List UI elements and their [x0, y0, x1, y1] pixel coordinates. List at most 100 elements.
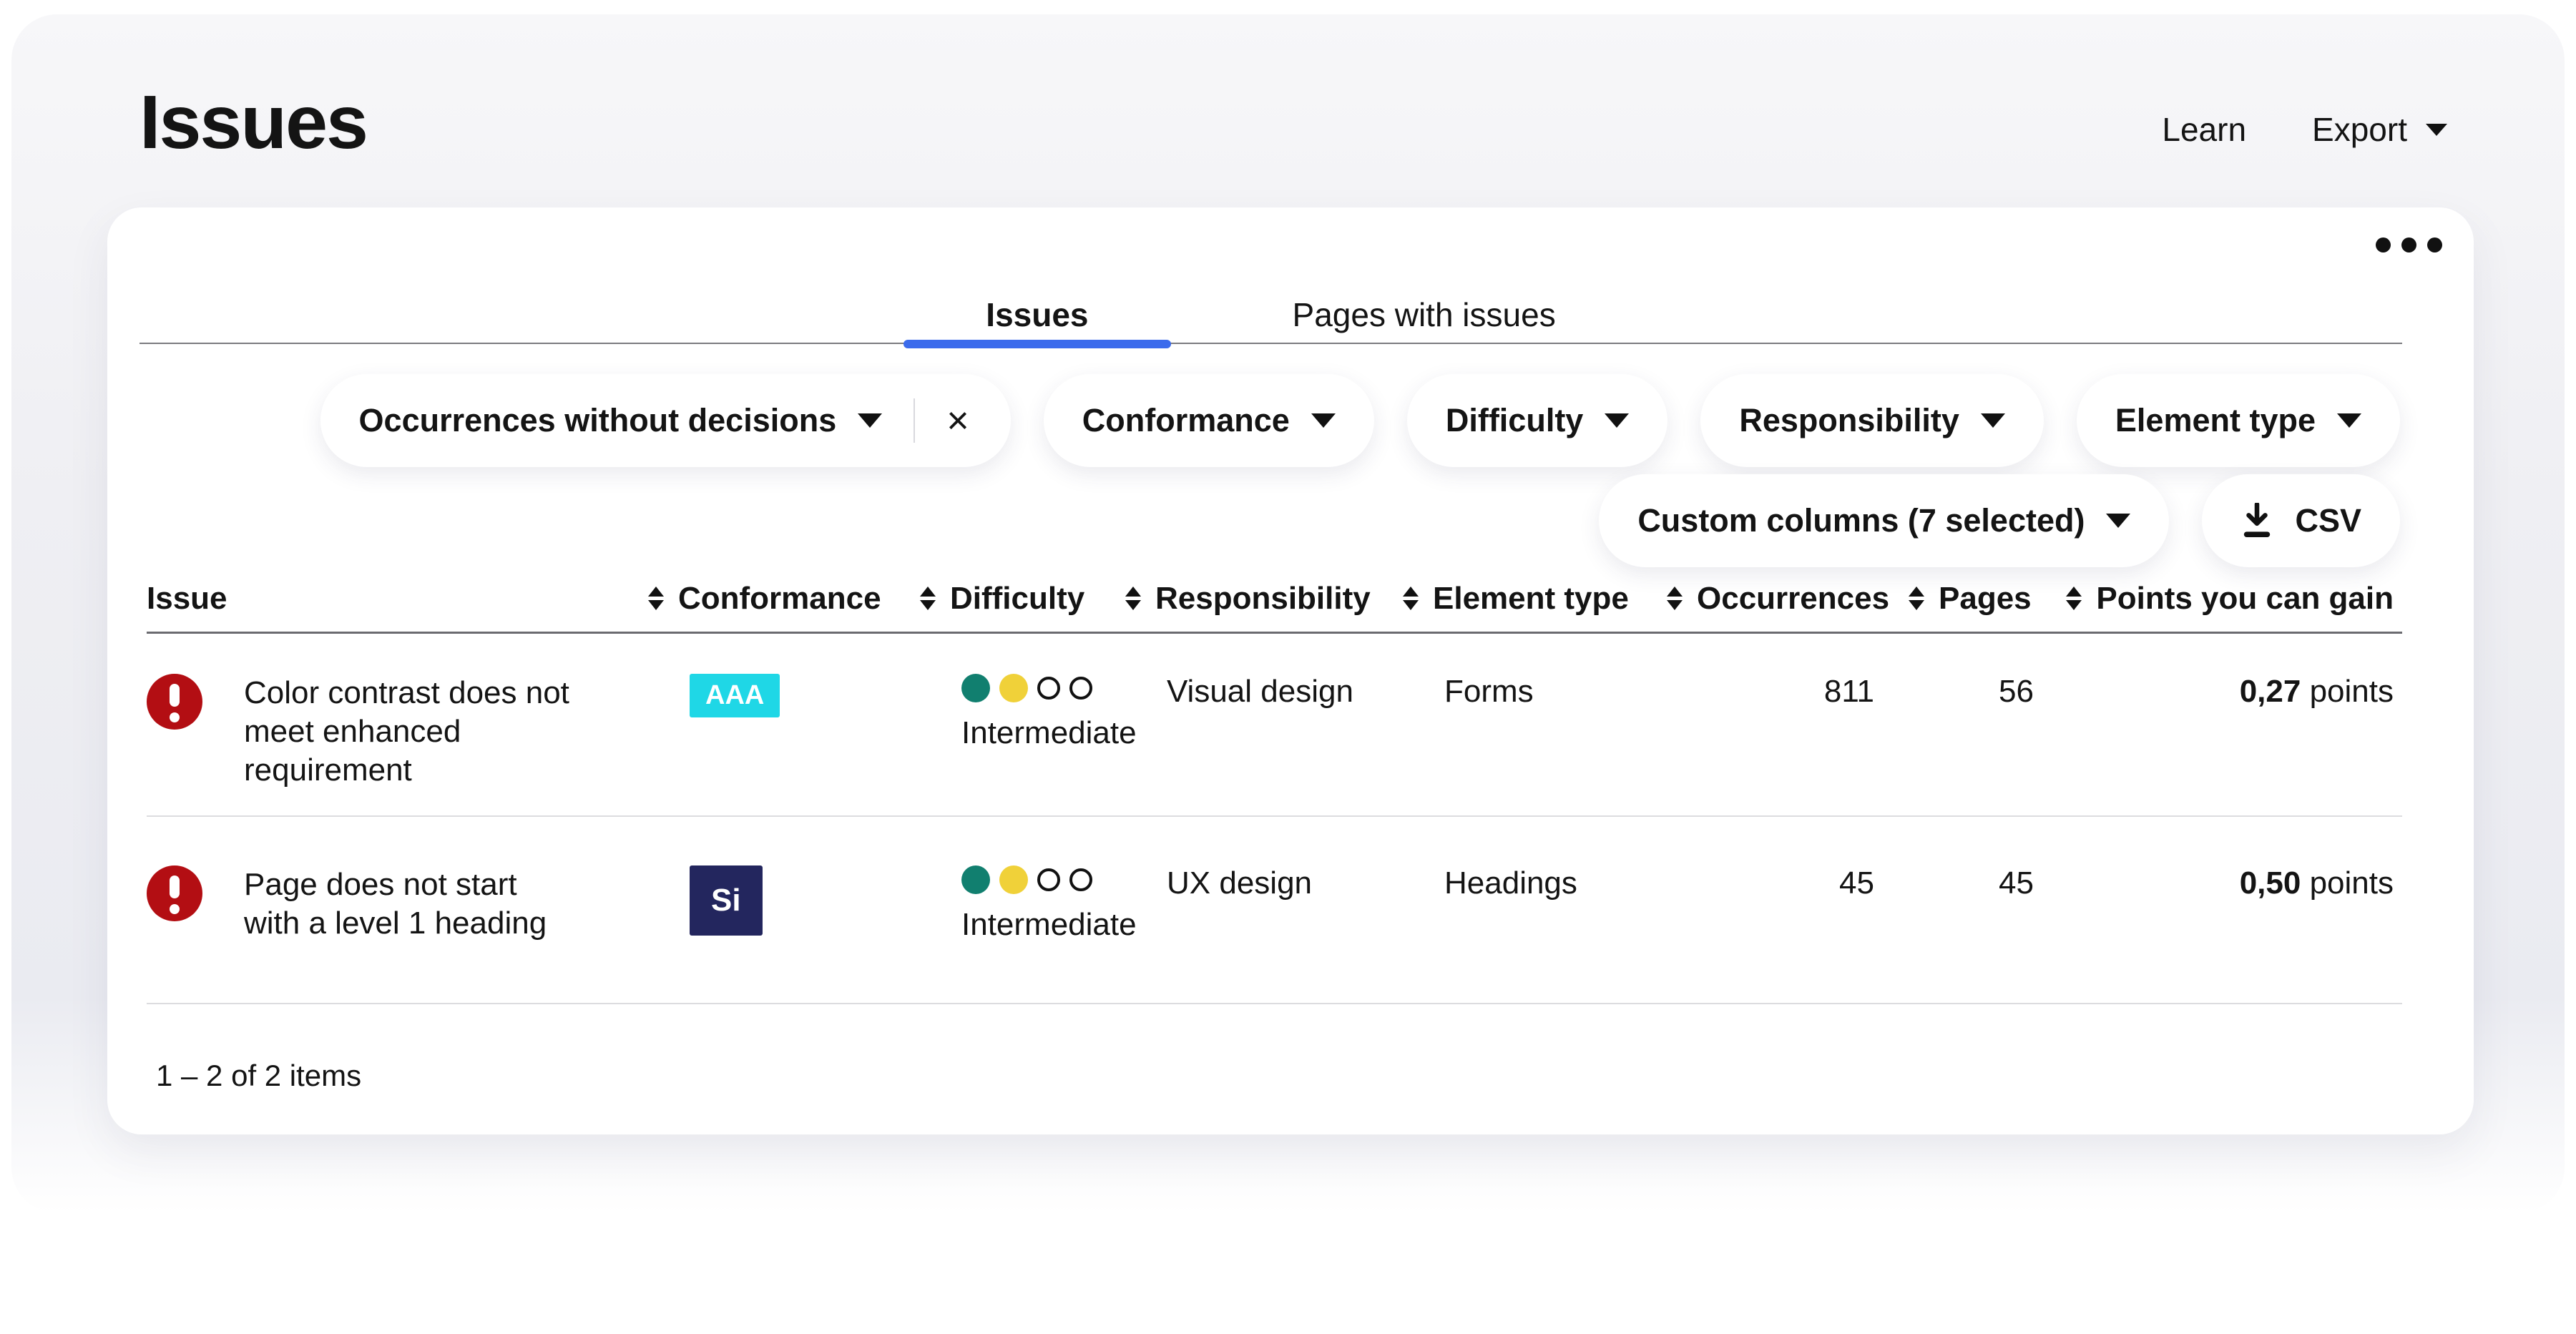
- column-header-element-type[interactable]: Element type: [1403, 581, 1667, 617]
- tab-bar: Issues Pages with issues: [139, 297, 2402, 344]
- learn-link[interactable]: Learn: [2162, 110, 2246, 149]
- column-label: Responsibility: [1155, 581, 1371, 617]
- conformance-badge: AAA: [690, 674, 780, 717]
- pagination-summary: 1 – 2 of 2 items: [156, 1059, 361, 1093]
- points-value: 0,27: [2240, 674, 2301, 709]
- table-row[interactable]: Color contrast does not meet enhanced re…: [147, 634, 2402, 817]
- issues-card: Issues Pages with issues Occurrences wit…: [107, 207, 2474, 1134]
- error-icon: [147, 865, 202, 921]
- element-type-filter-dropdown[interactable]: Element type: [2077, 374, 2400, 467]
- difficulty-dots: [961, 865, 1125, 894]
- column-header-points[interactable]: Points you can gain: [2057, 581, 2402, 617]
- download-icon: [2240, 503, 2273, 539]
- difficulty-dot-empty: [1069, 677, 1092, 700]
- export-button[interactable]: Export: [2312, 110, 2447, 149]
- pages-cell: 45: [1889, 865, 2057, 944]
- table-row[interactable]: Page does not start with a level 1 headi…: [147, 817, 2402, 1004]
- sort-icon: [648, 587, 664, 610]
- column-header-conformance[interactable]: Conformance: [648, 581, 920, 617]
- element-type-filter-label: Element type: [2115, 402, 2316, 439]
- top-bar: Issues Learn Export: [139, 84, 2447, 160]
- responsibility-filter-dropdown[interactable]: Responsibility: [1700, 374, 2044, 467]
- difficulty-label: Intermediate: [961, 906, 1125, 944]
- conformance-cell: Si: [648, 865, 920, 944]
- tab-issues-label: Issues: [986, 296, 1088, 333]
- chevron-down-icon: [1605, 413, 1629, 428]
- active-filter-pill[interactable]: Occurrences without decisions ×: [320, 374, 1011, 467]
- conformance-filter-dropdown[interactable]: Conformance: [1044, 374, 1374, 467]
- pages-cell: 56: [1889, 674, 2057, 790]
- responsibility-cell: Visual design: [1125, 674, 1403, 790]
- filter-row-2: Custom columns (7 selected) CSV: [1599, 474, 2400, 567]
- difficulty-dot-filled: [999, 865, 1028, 894]
- conformance-cell: AAA: [648, 674, 920, 790]
- issue-cell: Color contrast does not meet enhanced re…: [147, 674, 648, 790]
- ellipsis-dot: [2401, 237, 2416, 252]
- tab-issues[interactable]: Issues: [903, 297, 1170, 343]
- column-header-responsibility[interactable]: Responsibility: [1125, 581, 1403, 617]
- csv-label: CSV: [2295, 502, 2361, 539]
- element-type-cell: Forms: [1403, 674, 1667, 790]
- difficulty-dot-filled: [999, 674, 1028, 702]
- issue-title: Color contrast does not meet enhanced re…: [244, 674, 569, 790]
- csv-export-button[interactable]: CSV: [2202, 474, 2400, 567]
- column-label: Conformance: [678, 581, 881, 617]
- points-value: 0,50: [2240, 865, 2301, 901]
- table-header-row: Issue Conformance Difficulty Responsibil…: [147, 565, 2402, 634]
- tab-pages-with-issues[interactable]: Pages with issues: [1210, 297, 1638, 343]
- top-links: Learn Export: [2162, 110, 2447, 160]
- points-cell: 0,50 points: [2057, 865, 2402, 944]
- ellipsis-dot: [2376, 237, 2391, 252]
- column-header-pages[interactable]: Pages: [1889, 581, 2057, 617]
- page: Issues Learn Export Issues Pages with is…: [0, 0, 2576, 1334]
- difficulty-dot-empty: [1037, 677, 1060, 700]
- chevron-down-icon: [1311, 413, 1336, 428]
- issues-table: Issue Conformance Difficulty Responsibil…: [147, 565, 2402, 1004]
- difficulty-dot-empty: [1069, 868, 1092, 891]
- column-header-difficulty[interactable]: Difficulty: [920, 581, 1125, 617]
- occurrences-cell: 811: [1667, 674, 1889, 790]
- difficulty-label: Intermediate: [961, 714, 1125, 752]
- difficulty-dots: [961, 674, 1125, 702]
- page-title: Issues: [139, 84, 367, 160]
- error-icon: [147, 674, 202, 730]
- active-tab-indicator: [903, 340, 1170, 348]
- responsibility-cell: UX design: [1125, 865, 1403, 944]
- element-type-cell: Headings: [1403, 865, 1667, 944]
- column-label: Difficulty: [950, 581, 1084, 617]
- sort-icon: [1403, 587, 1419, 610]
- issue-title: Page does not start with a level 1 headi…: [244, 865, 547, 944]
- filters-area: Occurrences without decisions × Conforma…: [139, 374, 2400, 567]
- custom-columns-dropdown[interactable]: Custom columns (7 selected): [1599, 474, 2169, 567]
- ellipsis-dot: [2427, 237, 2442, 252]
- clear-filter-button[interactable]: ×: [944, 401, 972, 440]
- conformance-filter-label: Conformance: [1082, 402, 1290, 439]
- sort-icon: [2066, 587, 2082, 610]
- points-suffix: points: [2310, 865, 2394, 901]
- difficulty-filter-dropdown[interactable]: Difficulty: [1407, 374, 1668, 467]
- difficulty-filter-label: Difficulty: [1446, 402, 1584, 439]
- sort-icon: [920, 587, 936, 610]
- difficulty-cell: Intermediate: [920, 674, 1125, 790]
- column-label: Element type: [1433, 581, 1629, 617]
- chevron-down-icon: [858, 413, 882, 428]
- conformance-badge: Si: [690, 865, 763, 936]
- sort-icon: [1667, 587, 1683, 610]
- filter-row-1: Occurrences without decisions × Conforma…: [320, 374, 2400, 467]
- custom-columns-label: Custom columns (7 selected): [1637, 502, 2085, 539]
- column-label: Pages: [1939, 581, 2032, 617]
- occurrences-cell: 45: [1667, 865, 1889, 944]
- active-filter-label: Occurrences without decisions: [359, 402, 837, 439]
- chevron-down-icon: [2426, 124, 2447, 136]
- chevron-down-icon: [1981, 413, 2005, 428]
- column-header-occurrences[interactable]: Occurrences: [1667, 581, 1889, 617]
- points-suffix: points: [2310, 674, 2394, 709]
- more-menu-button[interactable]: [2376, 237, 2442, 252]
- issue-cell: Page does not start with a level 1 headi…: [147, 865, 648, 944]
- column-label: Points you can gain: [2096, 581, 2394, 617]
- chevron-down-icon: [2337, 413, 2361, 428]
- column-header-issue[interactable]: Issue: [147, 581, 648, 617]
- chevron-down-icon: [2106, 514, 2130, 528]
- sort-icon: [1909, 587, 1924, 610]
- difficulty-cell: Intermediate: [920, 865, 1125, 944]
